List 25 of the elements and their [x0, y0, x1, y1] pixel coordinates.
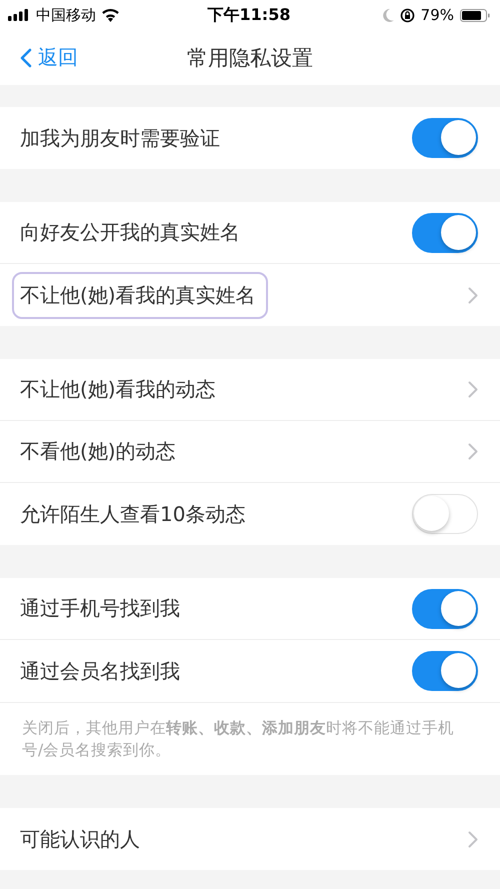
moon-icon: [382, 8, 394, 22]
setting-label: 不让他(她)看我的真实姓名: [12, 272, 268, 318]
battery-icon: [460, 8, 490, 22]
toggle-switch[interactable]: [412, 118, 478, 158]
signal-icon: [8, 9, 30, 21]
battery-percent: 79%: [420, 6, 454, 24]
setting-label: 向好友公开我的真实姓名: [20, 219, 240, 246]
setting-label: 通过会员名找到我: [20, 658, 180, 684]
setting-label: 加我为朋友时需要验证: [20, 124, 220, 152]
page-title: 常用隐私设置: [187, 44, 313, 72]
toggle-switch[interactable]: [412, 588, 478, 628]
clock: 下午11:58: [208, 4, 290, 26]
setting-label: 可能认识的人: [20, 826, 140, 852]
footnote-text: 关闭后，其他用户在转账、收款、添加朋友时将不能通过手机号/会员名搜索到你。: [0, 702, 500, 775]
toggle-switch[interactable]: [412, 651, 478, 691]
carrier-name: 中国移动: [36, 6, 96, 24]
back-button[interactable]: 返回: [0, 38, 78, 78]
setting-label: 通过手机号找到我: [20, 595, 180, 622]
setting-label: 允许陌生人查看10条动态: [20, 500, 246, 528]
setting-label: 不看他(她)的动态: [20, 438, 176, 465]
chevron-left-icon[interactable]: [20, 48, 32, 68]
toggle-switch[interactable]: [412, 212, 478, 252]
setting-label: 不让他(她)看我的动态: [20, 376, 216, 403]
wifi-icon: [102, 8, 119, 22]
rotation-lock-icon: [400, 8, 415, 22]
